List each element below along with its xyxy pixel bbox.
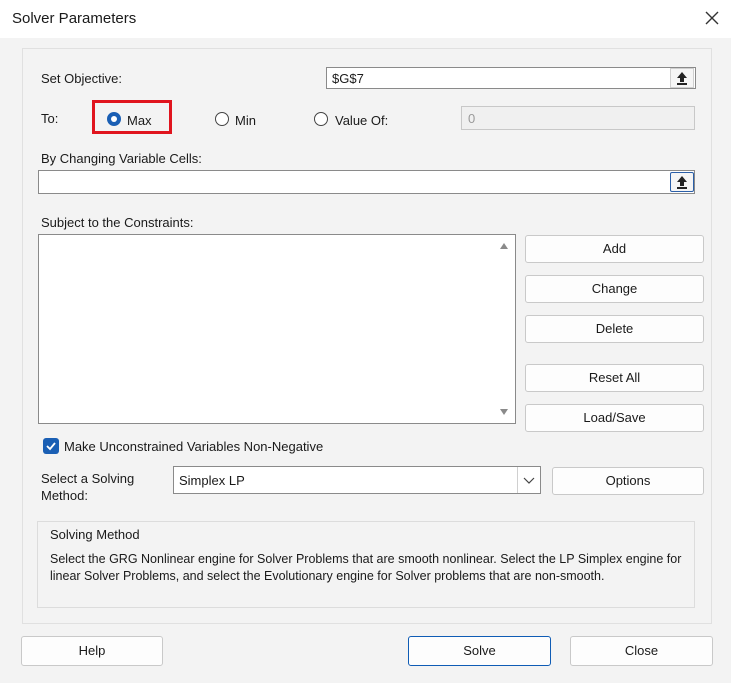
set-objective-value: $G$7 (332, 71, 364, 86)
constraints-list[interactable] (38, 234, 516, 424)
min-radio[interactable] (215, 112, 229, 126)
value-of-input[interactable]: 0 (461, 106, 695, 130)
set-objective-label: Set Objective: (41, 71, 122, 86)
close-button[interactable]: Close (570, 636, 713, 666)
changing-cells-label: By Changing Variable Cells: (41, 151, 202, 166)
nonneg-checkbox[interactable] (43, 438, 59, 454)
reset-all-button[interactable]: Reset All (525, 364, 704, 392)
solving-method-value: Simplex LP (179, 473, 245, 488)
solving-method-label-line1: Select a Solving (41, 471, 135, 486)
to-label: To: (41, 111, 59, 126)
value-of-radio[interactable] (314, 112, 328, 126)
changing-cells-collapse-button[interactable] (670, 172, 694, 192)
collapse-icon (677, 176, 687, 189)
solving-method-label-line2: Method: (41, 488, 88, 503)
add-button[interactable]: Add (525, 235, 704, 263)
help-button[interactable]: Help (21, 636, 163, 666)
value-of-value: 0 (468, 111, 476, 126)
scroll-down-icon[interactable] (499, 407, 509, 417)
solving-method-title: Solving Method (50, 527, 140, 542)
load-save-button[interactable]: Load/Save (525, 404, 704, 432)
chevron-down-icon[interactable] (517, 467, 540, 493)
max-radio-label[interactable]: Max (127, 113, 152, 128)
set-objective-collapse-button[interactable] (670, 68, 694, 88)
solve-button[interactable]: Solve (408, 636, 551, 666)
collapse-icon (677, 72, 687, 85)
nonneg-label[interactable]: Make Unconstrained Variables Non-Negativ… (64, 439, 323, 454)
change-button[interactable]: Change (525, 275, 704, 303)
options-button[interactable]: Options (552, 467, 704, 495)
changing-cells-input[interactable] (38, 170, 695, 194)
check-icon (46, 442, 56, 451)
set-objective-input[interactable]: $G$7 (326, 67, 696, 89)
delete-button[interactable]: Delete (525, 315, 704, 343)
close-icon[interactable] (700, 6, 724, 30)
solving-method-description: Select the GRG Nonlinear engine for Solv… (50, 552, 682, 583)
value-of-radio-label[interactable]: Value Of: (335, 113, 388, 128)
window-title: Solver Parameters (12, 10, 137, 27)
title-bar: Solver Parameters (0, 0, 731, 38)
constraints-label: Subject to the Constraints: (41, 215, 194, 230)
solving-method-select[interactable]: Simplex LP (173, 466, 541, 494)
max-radio[interactable] (107, 112, 121, 126)
scroll-up-icon[interactable] (499, 241, 509, 251)
min-radio-label[interactable]: Min (235, 113, 256, 128)
